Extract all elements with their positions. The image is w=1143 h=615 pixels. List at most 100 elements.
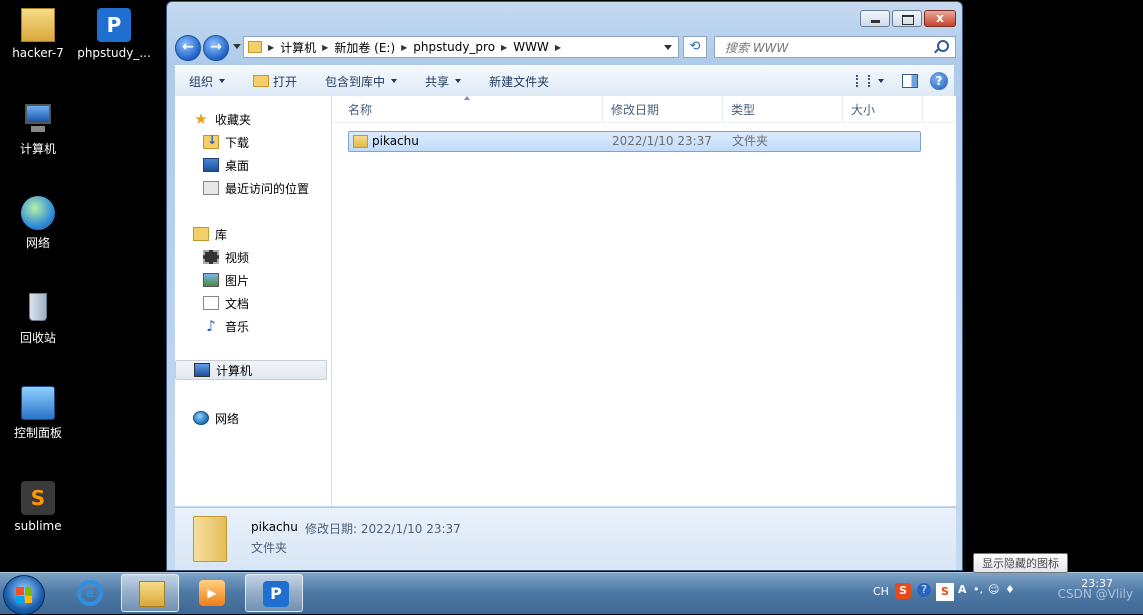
ime-help-icon[interactable]: ?: [917, 583, 931, 597]
computer-icon: [21, 102, 55, 136]
address-dropdown-icon[interactable]: [664, 44, 672, 50]
desktop-icon-label: sublime: [14, 519, 62, 533]
desktop-icon-sublime[interactable]: S sublime: [0, 481, 76, 533]
desktop-icon-label: 网络: [25, 236, 50, 250]
details-pane: pikachu 修改日期: 2022/1/10 23:37 文件夹: [175, 507, 956, 570]
nav-item-videos[interactable]: 视频: [203, 247, 249, 267]
nav-item-libraries[interactable]: 库: [193, 224, 227, 244]
back-button[interactable]: ←: [175, 35, 201, 61]
microphone-icon[interactable]: ♦: [1005, 583, 1015, 596]
column-type[interactable]: 类型: [723, 96, 843, 122]
nav-item-downloads[interactable]: 下载: [203, 132, 249, 152]
organize-label: 组织: [189, 74, 214, 89]
recycle-bin-icon: [21, 291, 55, 325]
language-indicator[interactable]: CH: [873, 585, 889, 598]
emoji-icon[interactable]: ☺: [988, 583, 999, 596]
nav-label: 网络: [215, 411, 240, 426]
nav-label: 计算机: [216, 363, 253, 378]
file-row[interactable]: pikachu 2022/1/10 23:37 文件夹: [348, 131, 921, 152]
search-icon[interactable]: [937, 40, 949, 52]
chevron-right-icon[interactable]: ▶: [399, 43, 409, 52]
chevron-down-icon: [455, 79, 462, 83]
taskbar: e ▶ P CH S ? S A •, ☺ ♦ 23:37 CSDN @Vlil…: [0, 572, 1143, 615]
folder-icon: [353, 135, 368, 148]
search-box[interactable]: [714, 36, 956, 58]
sogou-ime-icon[interactable]: S: [895, 583, 911, 599]
help-icon[interactable]: ?: [930, 72, 948, 90]
desktop-icon-hacker-7[interactable]: hacker-7: [0, 8, 76, 60]
breadcrumb-www[interactable]: WWW: [509, 40, 553, 54]
desktop-icon-label: hacker-7: [12, 46, 64, 60]
file-modified: 2022/1/10 23:37: [612, 134, 712, 148]
nav-label: 视频: [225, 250, 250, 265]
view-options-icon[interactable]: [856, 75, 870, 87]
close-button[interactable]: x: [924, 10, 956, 27]
chevron-right-icon[interactable]: ▶: [320, 43, 330, 52]
open-folder-icon: [253, 75, 270, 87]
nav-item-recent-places[interactable]: 最近访问的位置: [203, 178, 309, 198]
desktop-icon-network[interactable]: 网络: [0, 196, 76, 251]
punctuation-icon[interactable]: •,: [973, 583, 983, 596]
internet-explorer-icon: e: [77, 580, 103, 606]
breadcrumb-phpstudy[interactable]: phpstudy_pro: [409, 40, 499, 54]
nav-item-network[interactable]: 网络: [193, 408, 239, 428]
search-input[interactable]: [723, 38, 927, 58]
taskbar-media-player[interactable]: ▶: [182, 574, 240, 612]
preview-pane-icon[interactable]: [902, 74, 918, 88]
nav-item-desktop[interactable]: 桌面: [203, 155, 249, 175]
sogou-toolbar-icon[interactable]: S: [936, 583, 954, 601]
folder-icon: [139, 581, 165, 607]
breadcrumb-drive[interactable]: 新加卷 (E:): [330, 39, 399, 56]
minimize-button[interactable]: [860, 10, 890, 27]
new-folder-button[interactable]: 新建文件夹: [475, 73, 563, 90]
address-bar[interactable]: ▶ 计算机 ▶ 新加卷 (E:) ▶ phpstudy_pro ▶ WWW ▶: [243, 36, 679, 58]
taskbar-explorer[interactable]: [121, 574, 179, 612]
open-button[interactable]: 打开: [239, 73, 311, 90]
ime-mode-icon[interactable]: A: [958, 583, 967, 596]
chevron-right-icon[interactable]: ▶: [499, 43, 509, 52]
chevron-right-icon[interactable]: ▶: [266, 43, 276, 52]
nav-item-documents[interactable]: 文档: [203, 293, 249, 313]
column-modified[interactable]: 修改日期: [603, 96, 723, 122]
desktop-icon-label: phpstudy_...: [77, 46, 151, 60]
desktop-icon-computer[interactable]: 计算机: [0, 102, 76, 157]
network-globe-icon: [193, 411, 209, 425]
nav-label: 收藏夹: [215, 112, 252, 127]
refresh-button[interactable]: ⟲: [683, 36, 707, 58]
column-size[interactable]: 大小: [843, 96, 923, 122]
nav-item-pictures[interactable]: 图片: [203, 270, 249, 290]
explorer-window: x ← → ▶ 计算机 ▶ 新加卷 (E:) ▶ phpstudy_pro ▶ …: [166, 1, 963, 571]
nav-item-music[interactable]: ♪ 音乐: [203, 316, 249, 336]
details-type: 文件夹: [251, 541, 288, 555]
desktop-icon-phpstudy[interactable]: P phpstudy_...: [76, 8, 152, 60]
start-button[interactable]: [3, 575, 45, 615]
organize-button[interactable]: 组织: [175, 73, 239, 90]
desktop-icon-label: 回收站: [19, 331, 56, 345]
tray-tooltip: 显示隐藏的图标: [973, 553, 1068, 573]
recent-pages-dropdown[interactable]: [233, 44, 241, 49]
music-note-icon: ♪: [206, 317, 216, 335]
details-name: pikachu: [251, 520, 298, 534]
navigation-row: ← → ▶ 计算机 ▶ 新加卷 (E:) ▶ phpstudy_pro ▶ WW…: [175, 35, 956, 61]
breadcrumb-computer[interactable]: 计算机: [276, 39, 320, 56]
file-type: 文件夹: [732, 134, 769, 148]
maximize-button[interactable]: [892, 10, 922, 27]
nav-item-computer[interactable]: 计算机: [175, 360, 327, 380]
downloads-folder-icon: [203, 133, 219, 149]
column-name[interactable]: 名称: [340, 96, 603, 122]
taskbar-phpstudy[interactable]: P: [245, 574, 303, 612]
desktop-icon-label: 控制面板: [13, 426, 62, 440]
chevron-down-icon[interactable]: [878, 79, 884, 83]
chevron-right-icon[interactable]: ▶: [553, 43, 563, 52]
desktop-icon-label: 计算机: [19, 142, 56, 156]
share-button[interactable]: 共享: [411, 73, 475, 90]
nav-item-favorites[interactable]: ★ 收藏夹: [193, 109, 251, 129]
taskbar-ie[interactable]: e: [60, 574, 118, 612]
file-list: 名称 修改日期 类型 大小 pikachu 2022/1/10 23:37 文件…: [332, 96, 956, 506]
desktop-icon: [203, 158, 219, 172]
desktop-icon-recycle-bin[interactable]: 回收站: [0, 291, 76, 346]
include-in-library-button[interactable]: 包含到库中: [311, 73, 411, 90]
desktop-icon-control-panel[interactable]: 控制面板: [0, 386, 76, 441]
forward-button[interactable]: →: [203, 35, 229, 61]
open-label: 打开: [273, 74, 298, 89]
